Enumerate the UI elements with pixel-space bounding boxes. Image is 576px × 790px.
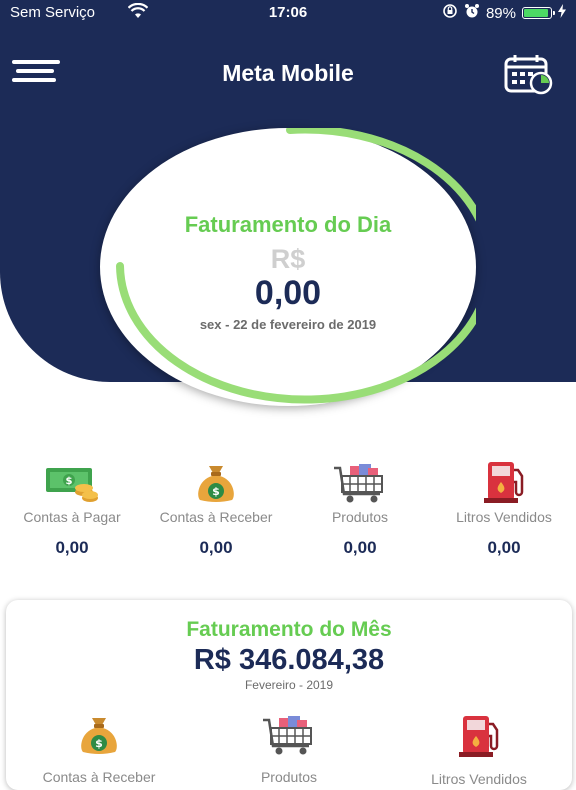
shopping-cart-icon xyxy=(263,716,312,755)
stat-label: Contas à Pagar xyxy=(23,509,121,525)
stat-value: 0,00 xyxy=(343,538,377,557)
battery-percent: 89% xyxy=(485,4,516,22)
daily-revenue-value: 0,00 xyxy=(254,274,322,312)
month-stat-litros-vendidos[interactable]: Litros Vendidos xyxy=(384,714,574,787)
svg-text:$: $ xyxy=(212,485,220,498)
daily-revenue-card[interactable]: Faturamento do Dia R$ 0,00 sex - 22 de f… xyxy=(100,128,476,406)
alarm-icon xyxy=(464,3,480,23)
money-bag-icon: $ xyxy=(81,718,117,754)
stat-value: 0,00 xyxy=(55,538,89,557)
calendar-clock-icon xyxy=(504,55,553,95)
stat-litros-vendidos[interactable]: Litros Vendidos 0,00 xyxy=(432,460,576,558)
stat-contas-a-pagar[interactable]: $ Contas à Pagar 0,00 xyxy=(0,460,144,558)
stat-label: Produtos xyxy=(331,509,389,525)
charging-icon xyxy=(558,4,566,22)
daily-revenue-title: Faturamento do Dia xyxy=(184,212,392,237)
month-stat-contas-a-receber[interactable]: $ Contas à Receber xyxy=(4,714,194,785)
calendar-button[interactable] xyxy=(503,53,555,95)
quick-stats-row: $ Contas à Pagar 0,00 $ Contas à Receber… xyxy=(0,460,576,570)
month-stat-label: Produtos xyxy=(260,769,318,785)
svg-text:$: $ xyxy=(95,737,103,750)
month-stat-label: Litros Vendidos xyxy=(431,771,527,787)
month-stat-produtos[interactable]: Produtos xyxy=(194,714,384,785)
stat-value: 0,00 xyxy=(487,538,521,557)
orientation-lock-icon xyxy=(442,3,458,23)
daily-revenue-date: sex - 22 de fevereiro de 2019 xyxy=(199,317,377,332)
month-stat-label: Contas à Receber xyxy=(42,769,156,785)
stat-label: Contas à Receber xyxy=(159,509,273,525)
fuel-pump-icon xyxy=(459,716,499,757)
stat-label: Litros Vendidos xyxy=(456,509,552,525)
monthly-revenue-card[interactable]: Faturamento do Mês R$ 346.084,38 Feverei… xyxy=(6,600,572,790)
monthly-revenue-period: Fevereiro - 2019 xyxy=(244,678,334,692)
stat-value: 0,00 xyxy=(199,538,233,557)
daily-currency-symbol: R$ xyxy=(270,244,306,274)
fuel-pump-icon xyxy=(484,462,524,503)
money-bag-icon: $ xyxy=(198,466,234,502)
stat-contas-a-receber[interactable]: $ Contas à Receber 0,00 xyxy=(144,460,288,558)
battery-icon xyxy=(522,7,555,19)
status-bar: Sem Serviço 17:06 89% xyxy=(0,0,576,26)
shopping-cart-icon xyxy=(334,464,383,503)
money-bill-icon: $ xyxy=(46,468,98,502)
stat-produtos[interactable]: Produtos 0,00 xyxy=(288,460,432,558)
monthly-revenue-title: Faturamento do Mês xyxy=(186,618,392,641)
app-title: Meta Mobile xyxy=(222,60,354,86)
svg-text:$: $ xyxy=(66,476,73,487)
monthly-revenue-value: R$ 346.084,38 xyxy=(193,644,385,676)
